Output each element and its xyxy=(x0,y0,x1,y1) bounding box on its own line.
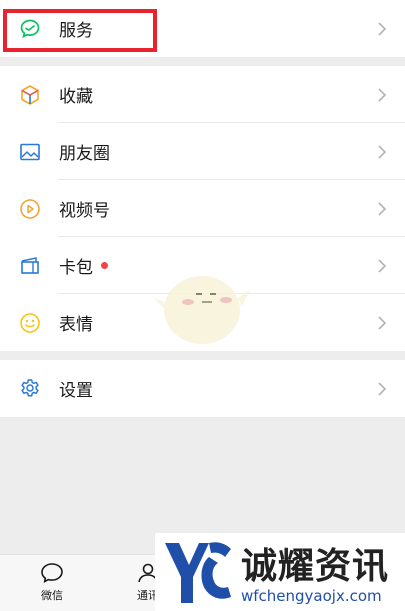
channels-play-icon xyxy=(18,197,42,221)
menu-group-services: 服务 xyxy=(0,0,405,57)
chevron-right-icon xyxy=(376,21,388,37)
menu-item-label: 收藏 xyxy=(59,87,93,107)
watermark-url: wfchengyaojx.com xyxy=(241,587,382,605)
watermark-logo xyxy=(161,537,235,611)
favorites-cube-icon xyxy=(18,83,42,107)
section-gap xyxy=(0,57,405,66)
menu-item-settings[interactable]: 设置 xyxy=(0,360,405,417)
mascot-sticker xyxy=(150,262,260,356)
wallet-card-icon xyxy=(18,254,42,278)
notification-dot xyxy=(101,262,108,269)
chevron-right-icon xyxy=(376,87,388,103)
menu-item-label: 表情 xyxy=(59,315,93,335)
settings-gear-icon xyxy=(18,377,42,401)
menu-item-favorites[interactable]: 收藏 xyxy=(0,66,405,123)
chevron-right-icon xyxy=(376,381,388,397)
chevron-right-icon xyxy=(376,258,388,274)
tab-chats[interactable]: 微信 xyxy=(22,561,82,603)
tab-label: 微信 xyxy=(41,589,63,602)
menu-item-label: 朋友圈 xyxy=(59,144,110,164)
menu-group-settings: 设置 xyxy=(0,360,405,417)
services-icon xyxy=(18,17,42,41)
chevron-right-icon xyxy=(376,201,388,217)
chevron-right-icon xyxy=(376,144,388,160)
menu-item-label: 视频号 xyxy=(59,201,110,221)
menu-item-label: 服务 xyxy=(59,21,93,41)
watermark: 诚耀资讯 wfchengyaojx.com xyxy=(155,533,405,611)
menu-item-moments[interactable]: 朋友圈 xyxy=(0,123,405,180)
menu-item-services[interactable]: 服务 xyxy=(0,0,405,57)
chat-bubble-icon xyxy=(41,563,63,583)
sticker-smile-icon xyxy=(18,311,42,335)
chevron-right-icon xyxy=(376,315,388,331)
menu-item-channels[interactable]: 视频号 xyxy=(0,180,405,237)
menu-item-label: 设置 xyxy=(59,381,93,401)
watermark-title: 诚耀资讯 xyxy=(241,546,390,587)
moments-image-icon xyxy=(18,140,42,164)
menu-item-label: 卡包 xyxy=(59,258,93,278)
